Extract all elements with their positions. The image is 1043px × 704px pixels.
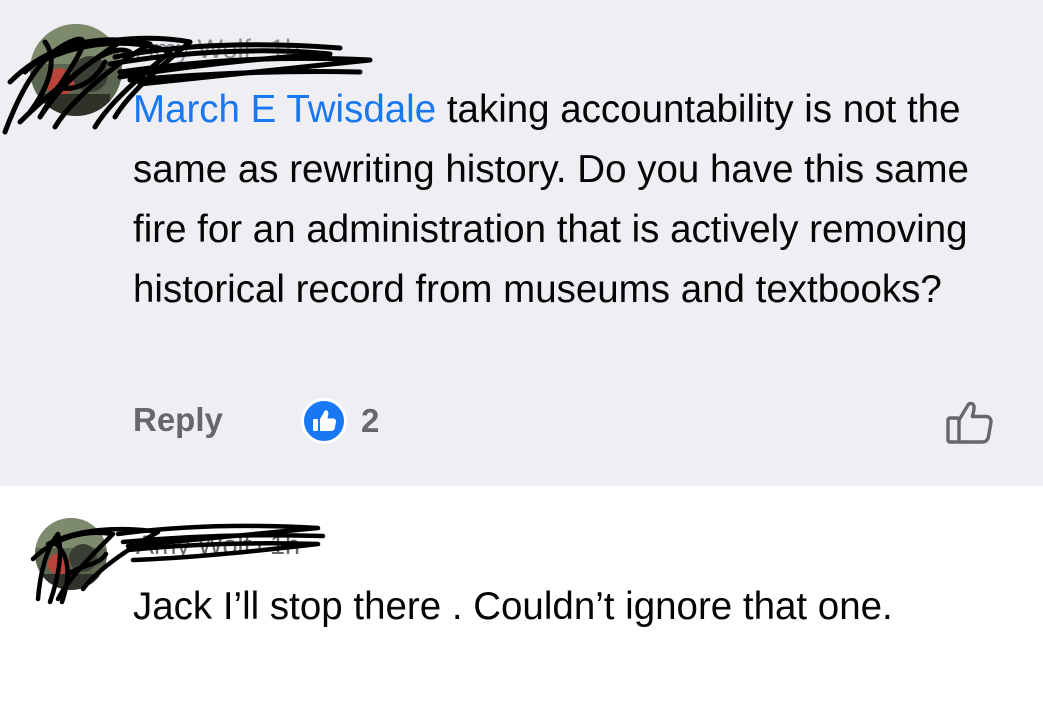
avatar[interactable] (35, 518, 107, 590)
comment-meta: Amy Wolf · 1h (136, 34, 300, 65)
author-name[interactable]: Amy Wolf (136, 34, 251, 64)
comment-text: March E Twisdale taking accountability i… (133, 80, 1013, 320)
profile-photo-icon (30, 24, 122, 116)
reaction-summary[interactable]: 2 (301, 398, 379, 444)
thumbs-up-outline-icon (946, 401, 993, 444)
profile-photo-icon (35, 518, 107, 590)
timestamp: 1h (270, 34, 301, 64)
comment-meta: Amy Wolf · 1h (136, 530, 300, 561)
separator-dot: · (255, 530, 265, 560)
timestamp: 1h (270, 530, 301, 560)
mention-link[interactable]: March E Twisdale (133, 88, 436, 131)
like-reaction-icon (301, 398, 347, 444)
author-name[interactable]: Amy Wolf (136, 530, 251, 560)
avatar[interactable] (30, 24, 122, 116)
separator-dot: · (255, 34, 265, 64)
reaction-count: 2 (361, 402, 380, 439)
comment-highlighted: Amy Wolf · 1h March E Twisdale taking acco… (0, 0, 1043, 486)
reply-button[interactable]: Reply (133, 401, 223, 439)
like-button[interactable] (944, 398, 996, 446)
comment-text: Jack I’ll stop there . Couldn’t ignore t… (133, 585, 893, 628)
